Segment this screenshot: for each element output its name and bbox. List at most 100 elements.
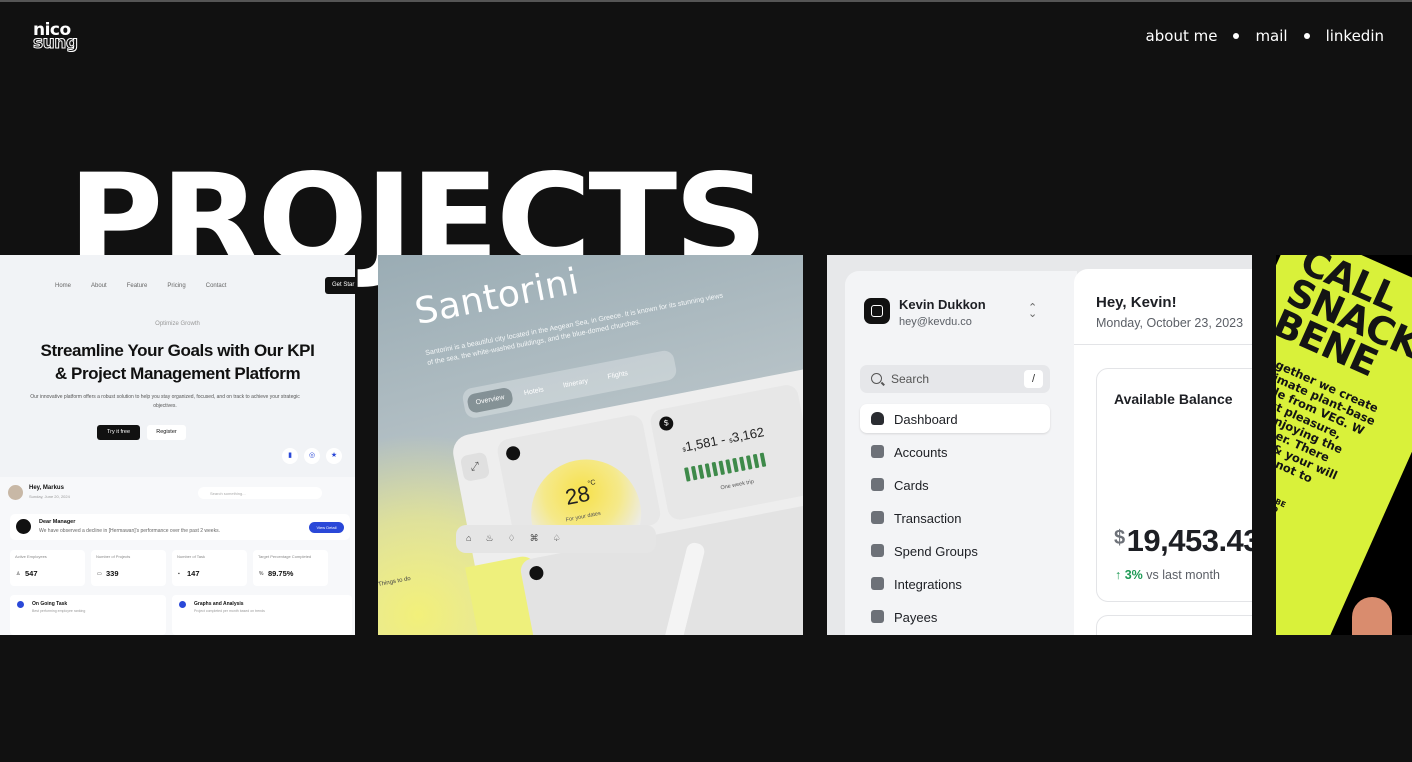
- sidebar-item-dashboard: Dashboard: [860, 404, 1050, 433]
- balance-currency: $: [1114, 527, 1125, 549]
- kpi-nav-pricing: Pricing: [167, 283, 186, 289]
- map-road: [654, 541, 707, 635]
- kpi-greeting: Hey, Markus: [29, 485, 64, 491]
- tab-itinerary: Itinerary: [562, 377, 589, 389]
- stat-card: Active Employees ♙ 547: [10, 550, 85, 586]
- chevron-up-down-icon: ⌃ ⌄: [1028, 302, 1038, 320]
- star-icon: ★: [326, 448, 342, 464]
- ongoing-task-title: On Going Task: [32, 601, 68, 607]
- price-range: $1,581 - $3,162: [682, 424, 766, 455]
- chart-icon: ▮: [282, 448, 298, 464]
- sidebar-item-accounts: Accounts: [860, 437, 1050, 466]
- santorini-title: Santorini: [411, 261, 583, 333]
- kpi-search-input: Search something...: [198, 487, 322, 499]
- search-icon: [871, 373, 882, 384]
- project-card-santorini[interactable]: Santorini Santorini is a beautiful city …: [378, 255, 803, 635]
- stat-value: 147: [187, 569, 200, 578]
- avatar: [8, 485, 23, 500]
- balance-change: ↑ 3% vs last month: [1115, 568, 1220, 582]
- kpi-nav-contact: Contact: [205, 283, 227, 289]
- stat-value: 547: [25, 569, 38, 578]
- payees-icon: [871, 610, 884, 623]
- divider: [1074, 344, 1252, 345]
- folder-icon: ▭: [97, 571, 102, 577]
- kpi-headline: Streamline Your Goals with Our KPI & Pro…: [0, 339, 355, 385]
- sun-icon: [504, 445, 522, 462]
- price-bar: [690, 465, 698, 481]
- price-bar: [718, 460, 726, 476]
- kpi-alert-title: Dear Manager: [39, 519, 76, 525]
- price-bar: [711, 461, 719, 477]
- sidebar-item-label: Cards: [894, 478, 929, 493]
- poster-graphic: CALL SNACK BENE Together we create ultim…: [1276, 255, 1412, 635]
- bank-search-label: Search: [891, 372, 930, 386]
- sidebar-item-label: Accounts: [894, 445, 948, 460]
- price-from: 1,581: [683, 433, 719, 455]
- nav-about-me[interactable]: about me: [1146, 27, 1218, 45]
- nav-separator-dot: [1303, 33, 1310, 39]
- price-to: 3,162: [730, 424, 766, 446]
- kpi-headline-line-1: Streamline Your Goals with Our KPI: [40, 341, 315, 360]
- stat-value: 339: [106, 569, 119, 578]
- nav-linkedin[interactable]: linkedin: [1326, 27, 1384, 45]
- graphs-subtitle: Project completed per month based on tre…: [194, 609, 265, 613]
- price-bar: [684, 467, 691, 482]
- stat-card: Number of Projects ▭ 339: [91, 550, 166, 586]
- top-nav: about me mail linkedin: [1146, 27, 1384, 45]
- kpi-register-button: Register: [147, 425, 186, 440]
- search-shortcut-key: /: [1024, 370, 1043, 388]
- top-border: [0, 0, 1412, 2]
- balance-amount: $19,453.43: [1114, 523, 1252, 559]
- stat-label: Number of Projects: [96, 554, 131, 559]
- price-bar: [739, 456, 746, 472]
- home-icon: [871, 412, 884, 425]
- kpi-nav-about: About: [91, 283, 107, 289]
- santorini-app-preview: Santorini Santorini is a beautiful city …: [398, 255, 803, 635]
- nav-mail[interactable]: mail: [1255, 27, 1287, 45]
- museum-icon: ⌘: [529, 533, 539, 543]
- ongoing-task-panel: On Going Task Best performing employee r…: [10, 595, 166, 635]
- task-icon: [17, 601, 24, 608]
- kpi-stats-row: Active Employees ♙ 547 Number of Project…: [10, 550, 328, 586]
- logo-line-2: sung: [33, 33, 79, 53]
- dollar-icon: $: [658, 415, 675, 432]
- chart-icon: [179, 601, 186, 608]
- card-icon: [871, 478, 884, 491]
- price-bars: [684, 452, 767, 482]
- stat-card: Number of Task ▪ 147: [172, 550, 247, 586]
- logo[interactable]: nico sung: [33, 22, 93, 53]
- spend-groups-icon: [871, 544, 884, 557]
- sidebar-item-integrations: Integrations: [860, 569, 1050, 598]
- project-card-kpi-platform[interactable]: Home About Feature Pricing Contact Get S…: [0, 255, 355, 635]
- project-card-snack-poster[interactable]: CALL SNACK BENE Together we create ultim…: [1276, 255, 1412, 635]
- bank-user-email: hey@kevdu.co: [899, 316, 972, 328]
- bank-search-input: Search /: [860, 365, 1050, 393]
- sidebar-item-cards: Cards: [860, 470, 1050, 499]
- price-caption: One week trip: [720, 478, 755, 492]
- sidebar-item-payees: Payees: [860, 602, 1050, 631]
- balance-change-value: ↑ 3%: [1115, 568, 1143, 582]
- target-icon: ◎: [304, 448, 320, 464]
- balance-change-text: vs last month: [1146, 568, 1220, 582]
- nav-separator-dot: [1233, 33, 1240, 39]
- bank-date: Monday, October 23, 2023: [1096, 316, 1244, 330]
- ongoing-task-subtitle: Best performing employee ranking: [32, 609, 86, 613]
- kpi-bottom-panels: On Going Task Best performing employee r…: [10, 595, 352, 635]
- temperature-unit: °C: [587, 479, 597, 488]
- price-bar: [704, 463, 712, 478]
- hand-graphic: [1352, 597, 1392, 635]
- kpi-site-nav: Home About Feature Pricing Contact: [55, 283, 226, 289]
- sidebar-item-spend-groups: Spend Groups: [860, 536, 1050, 565]
- kpi-feature-chips: ▮ ◎ ★: [282, 448, 342, 464]
- kpi-alert-text: We have observed a decline in [Hermawan]…: [39, 528, 220, 534]
- sidebar-item-label: Dashboard: [894, 412, 958, 427]
- price-bar: [732, 457, 739, 473]
- task-icon: ▪: [178, 571, 180, 577]
- sidebar-item-label: Payees: [894, 610, 938, 625]
- project-card-banking[interactable]: Kevin Dukkon hey@kevdu.co ⌃ ⌄ Search / Da…: [827, 255, 1252, 635]
- kpi-eyebrow: Optimize Growth: [155, 321, 200, 327]
- price-bar: [725, 459, 732, 474]
- shop-icon: ♤: [552, 533, 561, 543]
- graphs-title: Graphs and Analysis: [194, 601, 244, 607]
- bank-greeting: Hey, Kevin!: [1096, 294, 1177, 311]
